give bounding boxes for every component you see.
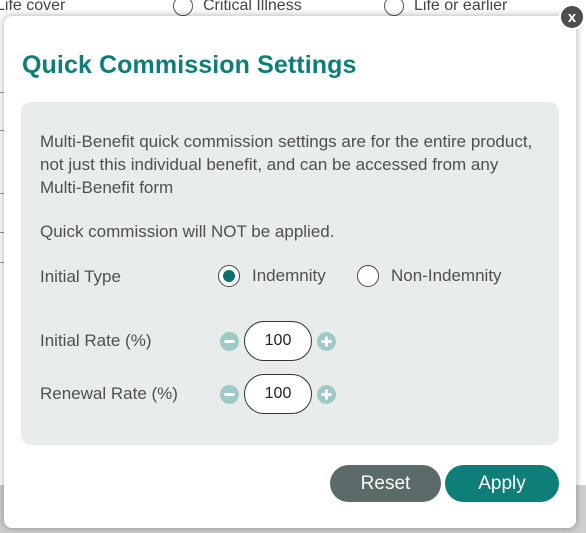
radio-icon [384,0,404,16]
warning-text: Quick commission will NOT be applied. [40,222,335,241]
initial-rate-label: Initial Rate (%) [40,331,152,350]
increment-button[interactable] [317,331,336,351]
quick-commission-dialog: Quick Commission Settings Multi-Benefit … [4,16,576,528]
radio-selected-icon [218,265,240,287]
bg-option-label: Life cover [0,0,66,14]
dialog-title: Quick Commission Settings [22,51,357,79]
settings-panel: Multi-Benefit quick commission settings … [21,102,559,445]
plus-icon [321,389,332,399]
renewal-rate-stepper [220,374,336,414]
close-button[interactable]: x [559,4,585,30]
plus-icon [321,336,332,346]
initial-type-label: Initial Type [40,267,121,286]
description-text: Multi-Benefit quick commission settings … [40,132,533,197]
bg-option-label: Critical Illness [203,0,302,14]
radio-label: Indemnity [252,266,326,285]
radio-label: Non-Indemnity [391,266,502,285]
radio-dot [223,270,235,282]
radio-unselected-icon [357,265,379,287]
decrement-button[interactable] [220,384,239,404]
apply-button[interactable]: Apply [445,465,559,502]
increment-button[interactable] [317,384,336,404]
radio-non-indemnity[interactable]: Non-Indemnity [357,265,502,287]
initial-rate-stepper [220,321,336,361]
minus-icon [224,392,235,396]
radio-indemnity[interactable]: Indemnity [218,265,326,287]
decrement-button[interactable] [220,331,239,351]
renewal-rate-label: Renewal Rate (%) [40,384,178,403]
initial-rate-input[interactable] [244,321,312,361]
renewal-rate-input[interactable] [244,374,312,414]
radio-icon [173,0,193,16]
minus-icon [224,339,235,343]
reset-button[interactable]: Reset [330,465,441,502]
bg-option-label: Life or earlier [414,0,508,14]
close-icon: x [567,8,577,26]
